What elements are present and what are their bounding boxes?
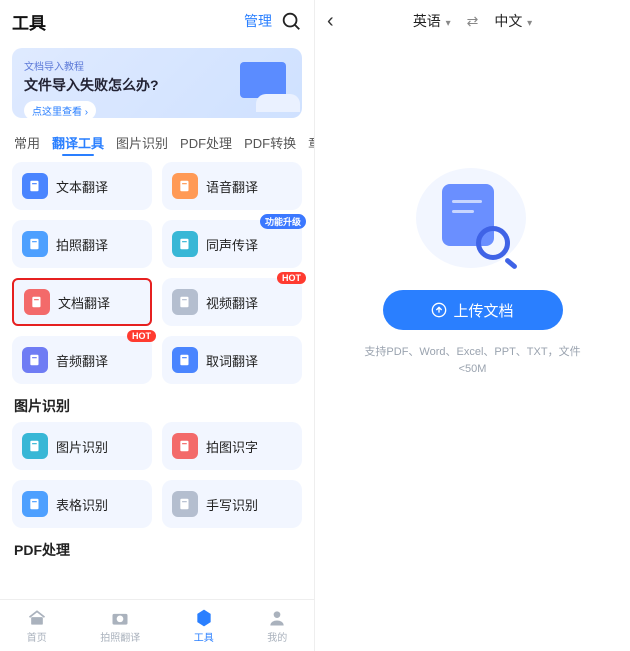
- tool-icon: [172, 433, 198, 459]
- upload-doc-button[interactable]: 上传文档: [383, 290, 563, 330]
- tool-语音翻译[interactable]: 语音翻译: [162, 162, 302, 210]
- tool-label: 语音翻译: [206, 177, 258, 196]
- upload-area: 上传文档 支持PDF、Word、Excel、PPT、TXT，文件<50M: [315, 42, 630, 651]
- tool-手写识别[interactable]: 手写识别: [162, 480, 302, 528]
- tool-拍照翻译[interactable]: 拍照翻译: [12, 220, 152, 268]
- tool-label: 同声传译: [206, 235, 258, 254]
- tool-icon: [22, 347, 48, 373]
- tool-icon: [22, 173, 48, 199]
- upload-hint: 支持PDF、Word、Excel、PPT、TXT，文件<50M: [363, 344, 583, 377]
- tool-label: 图片识别: [56, 437, 108, 456]
- tool-icon: [172, 289, 198, 315]
- tabs-overflow[interactable]: 章: [308, 133, 314, 152]
- back-icon[interactable]: ‹: [327, 11, 334, 31]
- tool-icon: [22, 231, 48, 257]
- translate-header: ‹ 英语 ▾ ⇄ 中文 ▾: [315, 0, 630, 42]
- section-title: 图片识别: [14, 396, 300, 416]
- banner-art: [206, 54, 296, 110]
- tool-label: 拍图识字: [206, 437, 258, 456]
- tool-label: 手写识别: [206, 495, 258, 514]
- tool-音频翻译[interactable]: 音频翻译HOT: [12, 336, 152, 384]
- chevron-down-icon: ▾: [443, 18, 451, 29]
- upload-icon: [431, 302, 447, 318]
- tool-icon: [22, 433, 48, 459]
- tool-icon: [172, 231, 198, 257]
- tool-icon: [172, 491, 198, 517]
- lang-to-select[interactable]: 中文 ▾: [494, 11, 532, 31]
- camera-icon: [110, 608, 130, 628]
- tool-文本翻译[interactable]: 文本翻译: [12, 162, 152, 210]
- left-header: 工具 管理: [0, 0, 314, 42]
- manage-link[interactable]: 管理: [244, 11, 272, 31]
- tab-PDF转换[interactable]: PDF转换: [244, 133, 296, 152]
- tabbar-工具[interactable]: 工具: [194, 608, 214, 644]
- tools-scroll[interactable]: 文本翻译语音翻译拍照翻译同声传译功能升级文档翻译视频翻译HOT音频翻译HOT取词…: [0, 158, 314, 651]
- tool-label: 拍照翻译: [56, 235, 108, 254]
- tabbar-拍照翻译[interactable]: 拍照翻译: [100, 608, 140, 644]
- upload-illustration: [428, 176, 518, 266]
- user-icon: [267, 608, 287, 628]
- tool-label: 视频翻译: [206, 293, 258, 312]
- tabbar-我的[interactable]: 我的: [267, 608, 287, 644]
- right-pane: ‹ 英语 ▾ ⇄ 中文 ▾ 上传文档 支持PDF、Word、Excel、PPT、…: [315, 0, 630, 651]
- badge: 功能升级: [260, 214, 306, 229]
- tool-label: 音频翻译: [56, 351, 108, 370]
- badge: HOT: [277, 272, 306, 284]
- home-icon: [27, 608, 47, 628]
- bottom-tabbar: 首页 拍照翻译 工具 我的: [0, 599, 314, 651]
- tool-label: 表格识别: [56, 495, 108, 514]
- banner-button[interactable]: 点这里查看 ›: [24, 101, 96, 118]
- search-icon[interactable]: [280, 10, 302, 32]
- badge: HOT: [127, 330, 156, 342]
- left-pane: 工具 管理 文档导入教程 文件导入失败怎么办? 点这里查看 › 常用翻译工具图片…: [0, 0, 315, 651]
- hex-icon: [194, 608, 214, 628]
- tool-icon: [172, 347, 198, 373]
- tool-icon: [22, 491, 48, 517]
- tool-icon: [172, 173, 198, 199]
- tool-label: 文档翻译: [58, 293, 110, 312]
- tool-取词翻译[interactable]: 取词翻译: [162, 336, 302, 384]
- chevron-down-icon: ▾: [524, 18, 532, 29]
- tool-文档翻译[interactable]: 文档翻译: [12, 278, 152, 326]
- tab-翻译工具[interactable]: 翻译工具: [52, 133, 104, 152]
- tool-视频翻译[interactable]: 视频翻译HOT: [162, 278, 302, 326]
- tabbar-首页[interactable]: 首页: [27, 608, 47, 644]
- tab-PDF处理[interactable]: PDF处理: [180, 133, 232, 152]
- tool-图片识别[interactable]: 图片识别: [12, 422, 152, 470]
- tool-label: 取词翻译: [206, 351, 258, 370]
- tool-表格识别[interactable]: 表格识别: [12, 480, 152, 528]
- tool-同声传译[interactable]: 同声传译功能升级: [162, 220, 302, 268]
- section-title: PDF处理: [14, 540, 300, 560]
- page-title: 工具: [12, 9, 236, 34]
- swap-lang-icon[interactable]: ⇄: [467, 13, 479, 30]
- lang-from-select[interactable]: 英语 ▾: [413, 11, 451, 31]
- tool-label: 文本翻译: [56, 177, 108, 196]
- tab-常用[interactable]: 常用: [14, 133, 40, 152]
- import-banner[interactable]: 文档导入教程 文件导入失败怎么办? 点这里查看 ›: [12, 48, 302, 118]
- tool-icon: [24, 289, 50, 315]
- category-tabs: 常用翻译工具图片识别 PDF处理 PDF转换章: [0, 126, 314, 158]
- tab-图片识别[interactable]: 图片识别: [116, 133, 168, 152]
- tool-拍图识字[interactable]: 拍图识字: [162, 422, 302, 470]
